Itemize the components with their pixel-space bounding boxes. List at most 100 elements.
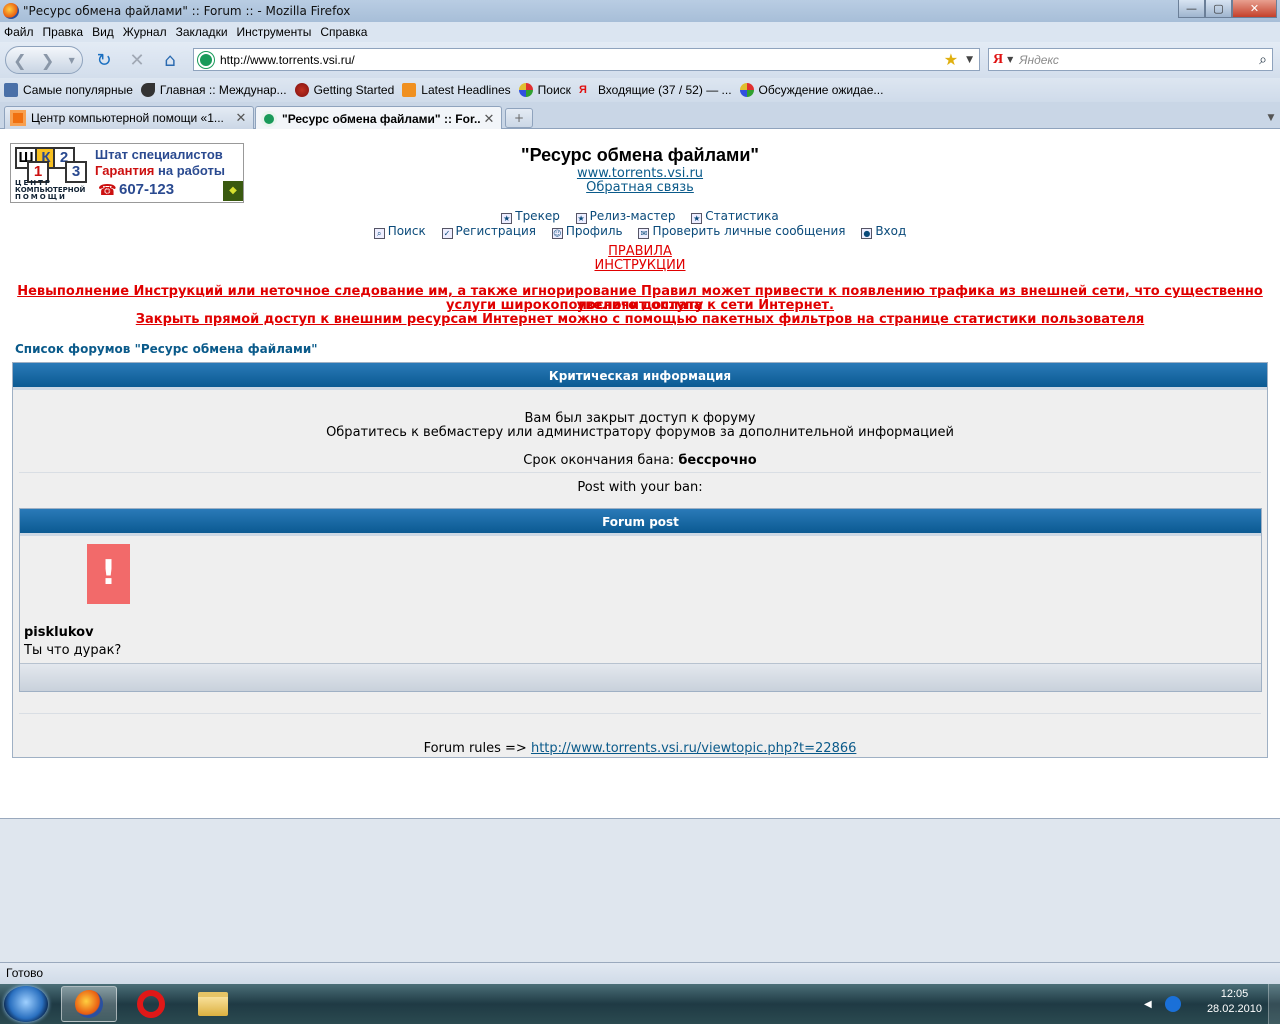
menu-file[interactable]: Файл bbox=[4, 25, 34, 39]
tab-computer-help[interactable]: Центр компьютерной помощи «1... ✕ bbox=[4, 106, 254, 129]
yandex-icon[interactable]: Я bbox=[993, 52, 1003, 68]
nav-label: Проверить личные сообщения bbox=[652, 224, 846, 238]
ban-message-2: Обратитесь к вебмастеру или администрато… bbox=[326, 425, 954, 440]
nav-register[interactable]: ✓ Регистрация bbox=[441, 224, 536, 239]
nav-links-row-2: ⌕ Поиск ✓ Регистрация ☺ Профиль ✉ Проверить … bbox=[0, 224, 1280, 239]
post-with-ban-label: Post with your ban: bbox=[577, 480, 703, 495]
instructions-link[interactable]: ИНСТРУКЦИИ bbox=[0, 258, 1280, 273]
tab-bar: Центр компьютерной помощи «1... ✕ "Ресур… bbox=[0, 102, 1280, 130]
window-controls: — ▢ ✕ bbox=[1178, 0, 1277, 18]
windows-taskbar: ◀ 12:05 28.02.2010 bbox=[0, 984, 1280, 1024]
bookmark-label: Поиск bbox=[537, 83, 571, 97]
bookmark-label: Входящие (37 / 52) — ... bbox=[597, 83, 732, 97]
menu-bookmarks[interactable]: Закладки bbox=[176, 25, 228, 39]
divider bbox=[19, 713, 1261, 714]
forum-icon bbox=[739, 83, 754, 97]
nav-search[interactable]: ⌕ Поиск bbox=[373, 224, 426, 239]
bookmark-inbox[interactable]: Я Входящие (37 / 52) — ... bbox=[579, 83, 732, 97]
tracker-icon: ★ bbox=[501, 213, 513, 224]
nav-release-master[interactable]: ★ Релиз-мастер bbox=[575, 209, 675, 224]
nav-login[interactable]: ● Вход bbox=[861, 224, 906, 239]
clock-date: 28.02.2010 bbox=[1206, 1003, 1262, 1015]
history-dropdown-icon[interactable]: ▼ bbox=[69, 56, 75, 65]
rules-link[interactable]: ПРАВИЛА bbox=[0, 244, 1280, 259]
banner-center-line: ПОМОЩИ bbox=[15, 193, 67, 201]
site-home-link[interactable]: www.torrents.vsi.ru bbox=[0, 166, 1280, 181]
home-icon[interactable]: ⌂ bbox=[158, 48, 182, 72]
forum-rules-link[interactable]: http://www.torrents.vsi.ru/viewtopic.php… bbox=[531, 741, 856, 756]
folder-icon bbox=[4, 83, 18, 97]
tray-expand-icon[interactable]: ◀ bbox=[1144, 999, 1152, 1010]
taskbar-firefox[interactable] bbox=[61, 986, 117, 1022]
search-icon: ⌕ bbox=[373, 228, 385, 239]
new-tab-button[interactable]: + bbox=[505, 108, 533, 128]
window-titlebar: "Ресурс обмена файлами" :: Forum :: - Mo… bbox=[0, 0, 1280, 22]
nav-label: Трекер bbox=[515, 209, 560, 223]
search-input[interactable]: Яндекс bbox=[1019, 53, 1259, 67]
url-bar[interactable]: http://www.torrents.vsi.ru/ ★ ▼ bbox=[193, 48, 980, 71]
bookmark-main-international[interactable]: Главная :: Междунар... bbox=[140, 83, 287, 97]
menu-tools[interactable]: Инструменты bbox=[237, 25, 312, 39]
nav-statistics[interactable]: ★ Статистика bbox=[691, 209, 779, 224]
back-icon[interactable]: ❮ bbox=[13, 51, 26, 70]
bookmarks-toolbar: Самые популярные Главная :: Междунар... … bbox=[0, 78, 1280, 102]
search-bookmark-icon bbox=[518, 83, 533, 97]
status-text: Готово bbox=[6, 966, 44, 980]
qip-icon[interactable] bbox=[1164, 996, 1181, 1012]
site-identity-icon[interactable] bbox=[198, 51, 214, 68]
close-tab-icon[interactable]: ✕ bbox=[233, 110, 249, 126]
menu-edit[interactable]: Правка bbox=[43, 25, 84, 39]
nav-private-messages[interactable]: ✉ Проверить личные сообщения bbox=[638, 224, 846, 239]
menu-history[interactable]: Журнал bbox=[123, 25, 167, 39]
forum-list-link[interactable]: Список форумов "Ресурс обмена файлами" bbox=[15, 342, 317, 356]
url-dropdown-icon[interactable]: ▼ bbox=[966, 55, 973, 65]
menu-bar: Файл Правка Вид Журнал Закладки Инструме… bbox=[0, 22, 1280, 42]
minimize-button[interactable]: — bbox=[1178, 0, 1205, 18]
divider bbox=[19, 472, 1261, 473]
menu-help[interactable]: Справка bbox=[320, 25, 367, 39]
search-bar[interactable]: Я ▼ Яндекс ⌕ bbox=[988, 48, 1273, 71]
bookmark-search[interactable]: Поиск bbox=[518, 83, 571, 97]
avatar: ! bbox=[87, 544, 130, 604]
reload-icon[interactable]: ↻ bbox=[92, 48, 116, 72]
forward-icon[interactable]: ❯ bbox=[41, 51, 54, 70]
post-message: Ты что дурак? bbox=[24, 643, 122, 658]
bookmark-star-icon[interactable]: ★ bbox=[944, 50, 958, 69]
tab-file-exchange[interactable]: "Ресурс обмена файлами" :: For... ✕ bbox=[255, 106, 502, 130]
bookmark-discussion[interactable]: Обсуждение ожидае... bbox=[739, 83, 883, 97]
tab-label: Центр компьютерной помощи «1... bbox=[31, 111, 224, 125]
bookmark-most-visited[interactable]: Самые популярные bbox=[4, 83, 133, 97]
url-text[interactable]: http://www.torrents.vsi.ru/ bbox=[220, 53, 944, 67]
clock[interactable]: 12:05 28.02.2010 bbox=[1207, 988, 1262, 1015]
taskbar-opera[interactable] bbox=[123, 986, 179, 1022]
tab-list-icon[interactable]: ▼ bbox=[1264, 108, 1278, 128]
yandex-mail-icon: Я bbox=[578, 84, 587, 96]
bookmark-latest-headlines[interactable]: Latest Headlines bbox=[402, 83, 511, 97]
search-engine-dropdown-icon[interactable]: ▼ bbox=[1007, 55, 1013, 64]
nav-tracker[interactable]: ★ Трекер bbox=[501, 209, 560, 224]
ban-expiry-label: Срок окончания бана: bbox=[523, 453, 675, 468]
firefox-icon bbox=[3, 3, 19, 19]
navigation-toolbar: ❮ ❯ ▼ ↻ ✕ ⌂ http://www.torrents.vsi.ru/ … bbox=[0, 42, 1280, 78]
post-header: Forum post bbox=[20, 509, 1261, 536]
profile-icon: ☺ bbox=[551, 228, 563, 239]
maximize-button[interactable]: ▢ bbox=[1205, 0, 1232, 18]
nav-profile[interactable]: ☺ Профиль bbox=[551, 224, 623, 239]
bookmark-getting-started[interactable]: Getting Started bbox=[294, 83, 394, 97]
start-button[interactable] bbox=[4, 986, 48, 1022]
bookmark-label: Latest Headlines bbox=[421, 83, 511, 97]
search-icon[interactable]: ⌕ bbox=[1259, 52, 1267, 68]
taskbar-explorer[interactable] bbox=[185, 986, 241, 1022]
menu-view[interactable]: Вид bbox=[92, 25, 114, 39]
forum-post-box: Forum post ! pisklukov Ты что дурак? bbox=[19, 508, 1262, 692]
warning-line-3[interactable]: Закрыть прямой доступ к внешним ресурсам… bbox=[0, 313, 1280, 327]
clock-time: 12:05 bbox=[1220, 988, 1249, 1000]
stop-icon[interactable]: ✕ bbox=[125, 48, 149, 72]
show-desktop-button[interactable] bbox=[1268, 984, 1280, 1024]
close-button[interactable]: ✕ bbox=[1232, 0, 1277, 18]
close-tab-icon[interactable]: ✕ bbox=[481, 111, 497, 127]
tab-label: "Ресурс обмена файлами" :: For... bbox=[282, 111, 481, 126]
critical-info-panel: Критическая информация Вам был закрыт до… bbox=[12, 362, 1268, 758]
warning-line-2[interactable]: услуги широкополосного доступа к сети Ин… bbox=[0, 299, 1280, 313]
feedback-link[interactable]: Обратная связь bbox=[0, 180, 1280, 195]
